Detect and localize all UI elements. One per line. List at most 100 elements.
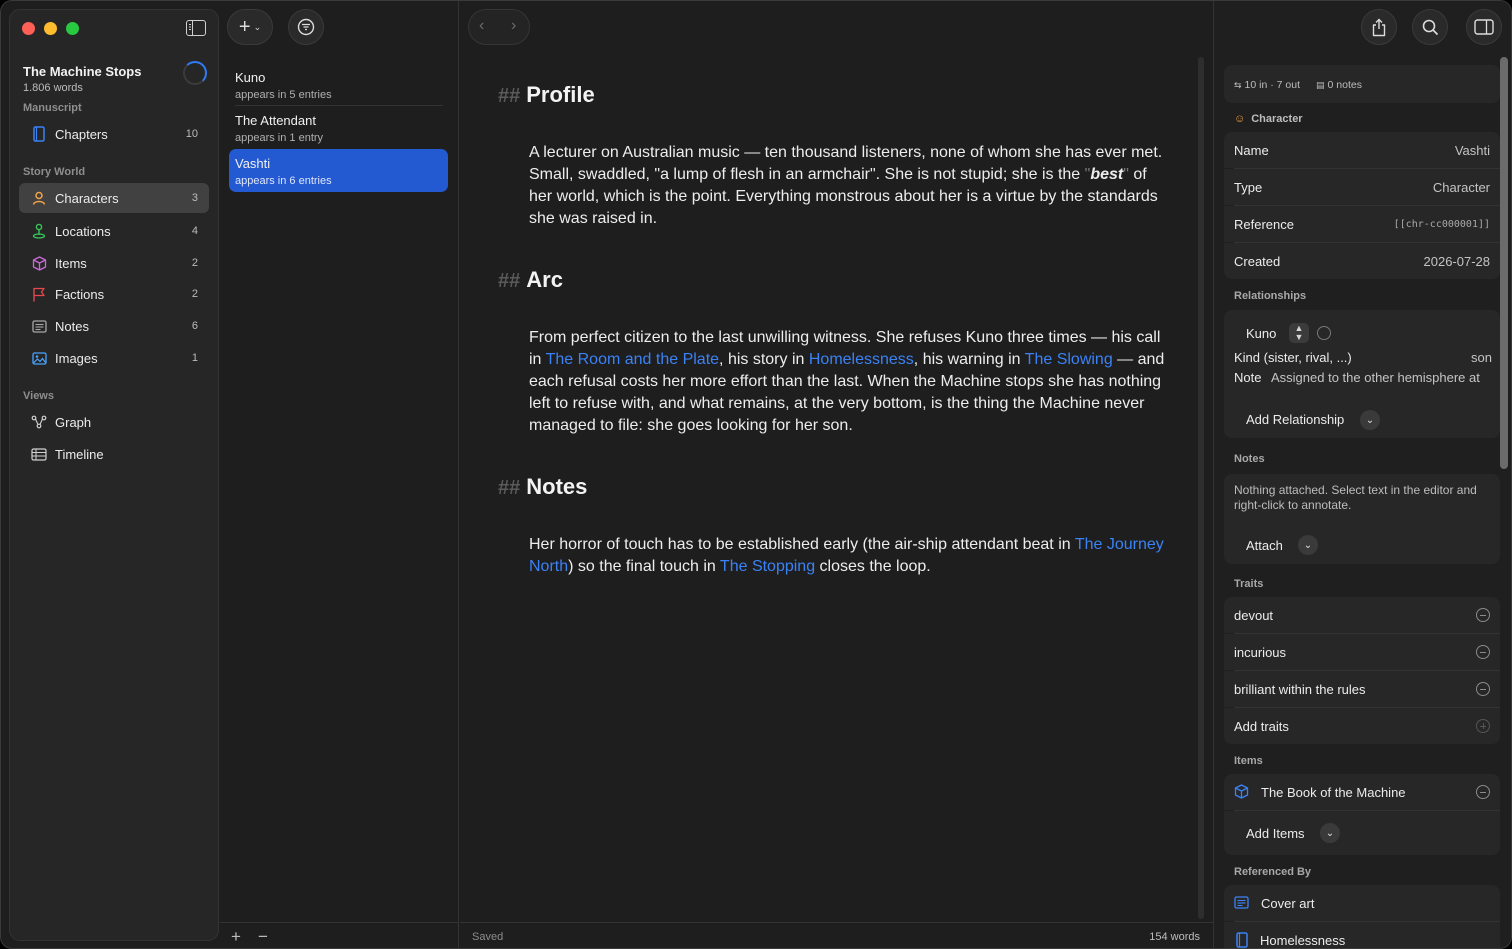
search-button[interactable] — [1412, 9, 1448, 45]
chapter-link[interactable]: The Stopping — [720, 558, 815, 575]
book-icon — [1235, 932, 1249, 948]
field-key: Reference — [1234, 217, 1294, 232]
note-label: Note — [1234, 370, 1262, 385]
filter-button[interactable] — [288, 9, 324, 45]
sidebar-item-timeline[interactable]: Timeline — [19, 439, 209, 469]
editor-scrollbar[interactable] — [1198, 57, 1204, 919]
book-icon — [31, 126, 47, 142]
sidebar-item-chapters[interactable]: Chapters 10 — [19, 119, 209, 149]
reference-row[interactable]: Cover art — [1224, 885, 1500, 921]
field-row-created[interactable]: Created 2026-07-28 — [1224, 243, 1500, 279]
field-value[interactable]: [[chr-cc000001]] — [1394, 219, 1490, 230]
kind-value[interactable]: son — [1471, 350, 1492, 365]
field-row-name[interactable]: Name Vashti — [1224, 132, 1500, 168]
entry-subtitle: appears in 6 entries — [235, 175, 332, 187]
relationship-target[interactable]: Kuno — [1246, 326, 1276, 341]
reference-link[interactable]: Homelessness — [1260, 933, 1345, 948]
add-entry-button[interactable]: + ⌄ — [227, 9, 273, 45]
sidebar-item-items[interactable]: Items 2 — [19, 248, 209, 278]
chapter-link[interactable]: The Room and the Plate — [546, 351, 719, 368]
project-word-count: 1.806 words — [23, 82, 83, 94]
zoom-window-button[interactable] — [66, 22, 79, 35]
item-row[interactable]: The Book of the Machine — [1224, 774, 1500, 810]
entry-subtitle: appears in 5 entries — [235, 89, 332, 101]
list-footer: + − — [220, 922, 459, 948]
chevron-down-icon[interactable]: ⌄ — [1298, 535, 1318, 555]
list-item[interactable]: Kuno appears in 5 entries — [229, 63, 448, 106]
add-icon[interactable]: + — [231, 927, 241, 947]
add-items-row[interactable]: Add Items ⌄ — [1224, 811, 1500, 855]
heading-notes: ## Notes — [498, 474, 587, 500]
sidebar-item-label: Factions — [55, 286, 105, 302]
close-window-button[interactable] — [22, 22, 35, 35]
chapter-link[interactable]: Homelessness — [809, 351, 914, 368]
inspector-scrollbar[interactable] — [1500, 57, 1508, 469]
add-trait-row[interactable]: Add traits — [1224, 708, 1500, 744]
trait-row[interactable]: devout — [1224, 597, 1500, 633]
attach-button[interactable]: Attach — [1246, 538, 1283, 553]
remove-item-icon[interactable] — [1476, 785, 1490, 799]
heading-text: Profile — [526, 82, 595, 107]
share-button[interactable] — [1361, 9, 1397, 45]
field-key: Name — [1234, 143, 1269, 158]
sidebar-item-characters[interactable]: Characters 3 — [19, 183, 209, 213]
sidebar: The Machine Stops 1.806 words Manuscript… — [9, 9, 219, 941]
field-value[interactable]: Vashti — [1455, 143, 1490, 158]
chevron-down-icon[interactable]: ⌄ — [1360, 410, 1380, 430]
sidebar-toggle-icon[interactable] — [186, 20, 206, 36]
add-items-button[interactable]: Add Items — [1246, 826, 1305, 841]
remove-icon[interactable]: − — [258, 927, 268, 947]
sidebar-item-factions[interactable]: Factions 2 — [19, 279, 209, 309]
sidebar-item-locations[interactable]: Locations 4 — [19, 216, 209, 246]
list-item[interactable]: The Attendant appears in 1 entry — [229, 106, 448, 149]
plus-icon: + — [238, 16, 251, 38]
arc-paragraph[interactable]: From perfect citizen to the last unwilli… — [529, 327, 1169, 437]
note-value[interactable]: Assigned to the other hemisphere at — [1271, 370, 1495, 385]
sidebar-item-count: 2 — [191, 288, 198, 300]
field-row-reference[interactable]: Reference [[chr-cc000001]] — [1224, 206, 1500, 242]
notes-paragraph[interactable]: Her horror of touch has to be establishe… — [529, 534, 1169, 578]
list-item-selected[interactable]: Vashti appears in 6 entries — [229, 149, 448, 192]
emphasis-text: best — [1090, 166, 1124, 183]
remove-trait-icon[interactable] — [1476, 682, 1490, 696]
remove-relationship-icon[interactable] — [1317, 326, 1331, 340]
field-value[interactable]: Character — [1433, 180, 1490, 195]
remove-trait-icon[interactable] — [1476, 645, 1490, 659]
inspector-toggle-button[interactable] — [1466, 9, 1502, 45]
notes-stat-text: 0 notes — [1327, 79, 1362, 91]
add-relationship-button[interactable]: Add Relationship — [1246, 412, 1344, 427]
chevron-down-icon[interactable]: ⌄ — [1320, 823, 1340, 843]
sidebar-item-notes[interactable]: Notes 6 — [19, 311, 209, 341]
item-link[interactable]: The Book of the Machine — [1261, 785, 1406, 800]
relationships-header: Relationships — [1234, 290, 1307, 302]
profile-paragraph[interactable]: A lecturer on Australian music — ten tho… — [529, 142, 1169, 230]
forward-arrow-icon[interactable]: › — [511, 17, 516, 35]
add-trait-icon[interactable] — [1476, 719, 1490, 733]
back-arrow-icon[interactable]: ‹ — [479, 17, 484, 35]
editor-footer: Saved 154 words — [460, 922, 1213, 948]
reference-row[interactable]: Homelessness — [1224, 922, 1500, 948]
stepper-icon[interactable]: ▲ ▼ — [1289, 323, 1309, 343]
notes-stat: ▤ 0 notes — [1316, 79, 1362, 91]
trait-row[interactable]: brilliant within the rules — [1224, 671, 1500, 707]
sidebar-item-images[interactable]: Images 1 — [19, 343, 209, 373]
cube-icon — [1234, 784, 1249, 802]
remove-trait-icon[interactable] — [1476, 608, 1490, 622]
heading-marker: ## — [498, 85, 521, 107]
sidebar-item-label: Images — [55, 350, 98, 366]
flag-icon — [31, 286, 47, 302]
text-run: closes the loop. — [815, 558, 931, 575]
entry-name: The Attendant — [235, 113, 316, 128]
search-icon — [1422, 19, 1438, 35]
field-row-type[interactable]: Type Character — [1224, 169, 1500, 205]
save-status: Saved — [472, 931, 504, 943]
reference-link[interactable]: Cover art — [1261, 896, 1314, 911]
trait-row[interactable]: incurious — [1224, 634, 1500, 670]
project-title: The Machine Stops — [23, 64, 142, 79]
entry-name: Kuno — [235, 70, 266, 85]
minimize-window-button[interactable] — [44, 22, 57, 35]
field-value[interactable]: 2026-07-28 — [1424, 254, 1491, 269]
section-label-views: Views — [23, 390, 54, 402]
chapter-link[interactable]: The Slowing — [1025, 351, 1113, 368]
sidebar-item-graph[interactable]: Graph — [19, 407, 209, 437]
